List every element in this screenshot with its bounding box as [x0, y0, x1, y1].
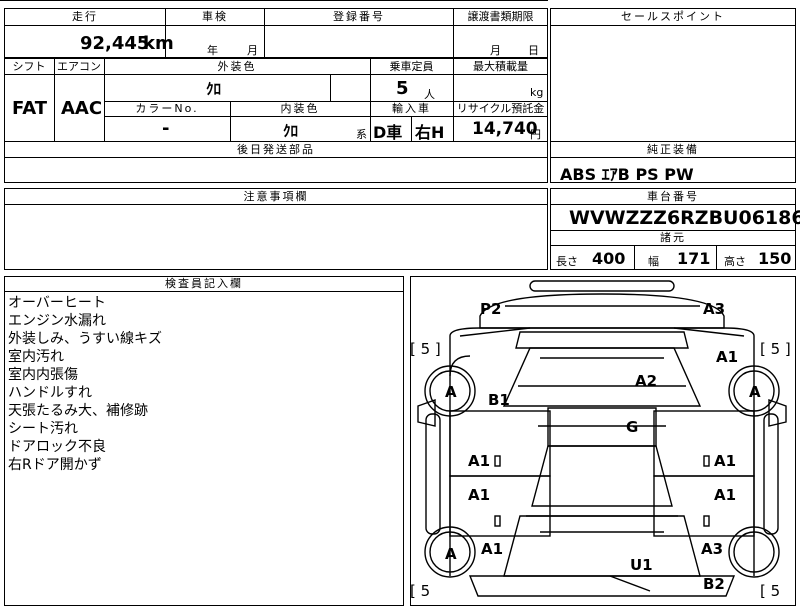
chassis-label: 車台番号 — [647, 190, 699, 203]
import-value: D車 — [373, 123, 403, 142]
inspector-note: エンジン水漏れ — [8, 313, 106, 329]
recycle-unit: 円 — [530, 128, 541, 141]
chassis-value: WVWZZZ6RZBU061863 — [569, 207, 800, 229]
capacity-value: 5 — [396, 78, 409, 99]
tire-label-front-left: [ 5 ] — [410, 340, 441, 358]
damage-label-a2: A2 — [635, 372, 658, 390]
steering-value: 右H — [415, 123, 445, 142]
aircon-value: AAC — [61, 98, 103, 119]
caution-label: 注意事項欄 — [243, 190, 309, 203]
damage-label-b1: B1 — [488, 391, 510, 409]
damage-label-p2: P2 — [480, 300, 502, 318]
recycle-value: 14,740 — [472, 119, 538, 139]
inspector-note: 室内汚れ — [8, 349, 64, 365]
standard-equipment-value: ABS ｴｱB PS PW — [560, 165, 694, 184]
width-label: 幅 — [648, 255, 659, 268]
damage-label-a1-right-door1: A1 — [714, 452, 737, 470]
later-parts-label: 後日発送部品 — [237, 143, 315, 156]
max-load-unit: kg — [530, 86, 544, 99]
mileage-value: 92,445 — [80, 33, 150, 54]
car-diagram — [417, 280, 787, 597]
standard-equipment-label: 純正装備 — [647, 143, 699, 156]
inspector-note: ドアロック不良 — [8, 439, 106, 455]
shift-label: シフト — [12, 60, 46, 73]
capacity-label: 乗車定員 — [389, 60, 434, 73]
mileage-unit: km — [143, 33, 174, 54]
inspection-month-unit: 月 — [247, 44, 258, 57]
sales-point-box — [550, 8, 796, 142]
height-label: 高さ — [724, 255, 746, 268]
damage-label-a-front-right: A — [749, 383, 761, 401]
length-label: 長さ — [556, 255, 578, 268]
damage-label-a1-front-right: A1 — [716, 348, 739, 366]
registration-label: 登録番号 — [333, 10, 385, 23]
inspection-label: 車検 — [202, 10, 228, 23]
tire-label-rear-left: [ 5 — [410, 582, 431, 600]
damage-label-a-rear-left: A — [445, 545, 457, 563]
inspector-note: 室内内張傷 — [8, 367, 78, 383]
aircon-label: エアコン — [57, 60, 101, 73]
transfer-month-unit: 月 — [490, 44, 501, 57]
inspector-label: 検査員記入欄 — [165, 277, 243, 290]
inspector-note: 外装しみ、うすい線キズ — [8, 331, 162, 347]
capacity-unit: 人 — [424, 88, 435, 101]
import-label: 輸入車 — [392, 102, 431, 115]
max-load-label: 最大積載量 — [473, 60, 528, 73]
inspection-year-unit: 年 — [207, 44, 218, 57]
color-no-label: カラーNo. — [135, 102, 199, 115]
transfer-deadline-label: 譲渡書類期限 — [467, 10, 534, 23]
exterior-color-value: ｸﾛ — [206, 80, 222, 98]
interior-color-value: ｸﾛ — [283, 122, 299, 140]
damage-label-a1-right-door2: A1 — [714, 486, 737, 504]
tire-label-rear-right: [ 5 — [760, 582, 781, 600]
damage-label-a3-top: A3 — [703, 300, 726, 318]
mileage-label: 走行 — [72, 10, 98, 23]
width-value: 171 — [677, 249, 711, 268]
inspector-note: 天張たるみ大、補修跡 — [8, 403, 148, 419]
sales-point-label: セールスポイント — [621, 10, 725, 23]
damage-label-a1-left-door2: A1 — [468, 486, 491, 504]
color-no-value: - — [162, 118, 170, 139]
interior-color-suffix: 系 — [356, 128, 367, 141]
length-value: 400 — [592, 249, 626, 268]
interior-color-label: 内装色 — [280, 102, 320, 115]
transfer-day-unit: 日 — [528, 44, 539, 57]
inspector-notes: オーバーヒート エンジン水漏れ 外装しみ、うすい線キズ 室内汚れ 室内内張傷 ハ… — [8, 294, 162, 474]
shift-value: FAT — [12, 98, 48, 119]
damage-label-g: G — [626, 418, 639, 436]
inspector-note: シート汚れ — [8, 421, 78, 437]
inspector-note: 右Rドア開かず — [8, 457, 102, 473]
dimensions-label: 諸元 — [660, 231, 686, 244]
recycle-label: リサイクル預託金 — [456, 102, 545, 115]
inspector-note: オーバーヒート — [8, 295, 106, 311]
damage-label-u1: U1 — [630, 556, 653, 574]
damage-label-a3-rear-right: A3 — [701, 540, 724, 558]
inspector-note: ハンドルすれ — [8, 385, 92, 401]
tire-label-front-right: [ 5 ] — [760, 340, 791, 358]
damage-label-a1-left-door1: A1 — [468, 452, 491, 470]
height-value: 150 — [758, 249, 792, 268]
damage-label-a-front-left: A — [445, 383, 457, 401]
exterior-color-label: 外装色 — [217, 60, 257, 73]
damage-label-a1-rear-left: A1 — [481, 540, 504, 558]
damage-label-b2: B2 — [703, 575, 725, 593]
